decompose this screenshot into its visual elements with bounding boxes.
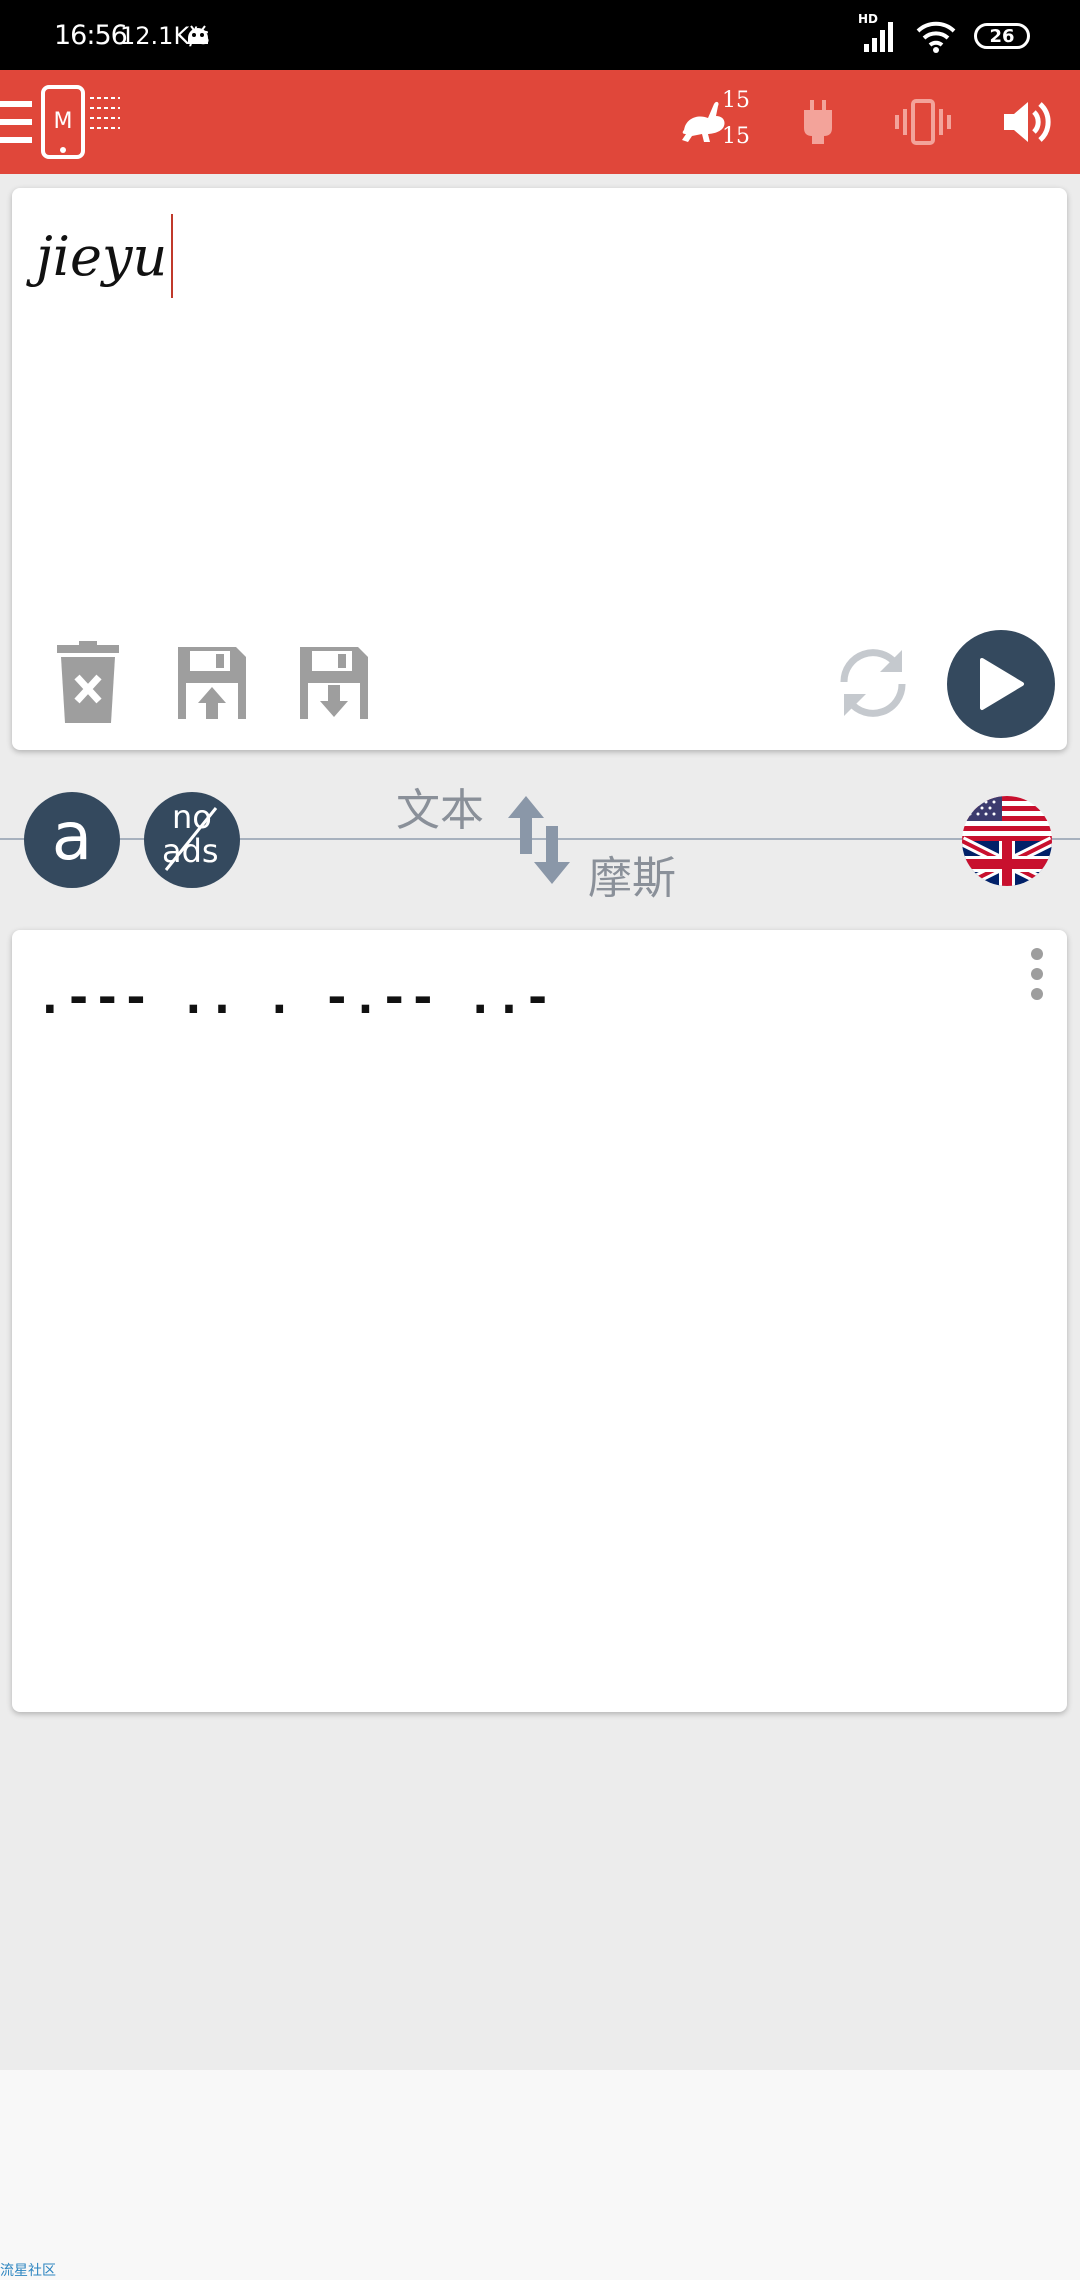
hd-label: HD — [858, 12, 879, 26]
speed-button[interactable] — [664, 70, 744, 174]
trash-delete-icon — [57, 641, 119, 723]
swap-direction-button[interactable] — [500, 792, 578, 888]
no-ads-button[interactable]: no ads — [144, 792, 240, 888]
save-download-button[interactable] — [294, 638, 374, 728]
repeat-button[interactable] — [828, 638, 918, 728]
ad-button[interactable]: a — [24, 792, 120, 888]
battery-indicator: 26 — [974, 23, 1030, 49]
signal-icon: HD — [858, 12, 898, 54]
language-flag-button[interactable] — [962, 796, 1052, 886]
footer-watermark: 流星社区 — [0, 2263, 56, 2279]
vibrate-icon — [895, 99, 951, 145]
wifi-icon — [916, 21, 956, 53]
text-mode-label: 文本 — [396, 785, 484, 836]
play-button[interactable] — [947, 630, 1055, 738]
menu-button[interactable] — [0, 70, 34, 174]
morse-output-card: .--- .. . -.-- ..- — [12, 930, 1067, 1712]
flashlight-button[interactable] — [790, 70, 846, 174]
logo-letter: M — [54, 109, 73, 134]
flashlight-icon — [804, 100, 832, 144]
refresh-icon — [840, 649, 906, 717]
text-input-card: jieyu — [12, 188, 1067, 750]
speed-wpm-bottom: 15 — [722, 124, 750, 149]
save-upload-button[interactable] — [172, 638, 252, 728]
floppy-download-icon — [300, 647, 368, 719]
us-uk-flag-icon — [962, 796, 1052, 886]
clear-button[interactable] — [48, 638, 128, 728]
phone-morse-logo-icon: M — [41, 85, 120, 159]
ad-banner-area: 流星社区 — [0, 2070, 1080, 2280]
status-time: 16:56 — [54, 20, 128, 51]
ad-button-letter: a — [51, 797, 93, 875]
text-input-field[interactable]: jieyu — [36, 214, 174, 298]
more-vert-icon[interactable] — [1029, 946, 1045, 1002]
floppy-upload-icon — [178, 647, 246, 719]
speaker-icon — [1004, 102, 1051, 142]
sound-button[interactable] — [996, 70, 1060, 174]
speed-wpm-top: 15 — [722, 88, 750, 113]
swap-arrows-icon — [508, 796, 570, 884]
hamburger-icon — [0, 101, 32, 143]
app-bar: M 15 15 — [0, 70, 1080, 174]
android-icon — [188, 25, 208, 44]
morse-output-text[interactable]: .--- .. . -.-- ..- — [36, 970, 553, 1024]
text-caret — [171, 214, 174, 298]
vibrate-button[interactable] — [888, 70, 958, 174]
status-bar: 16:56 12.1K/s HD 26 — [0, 0, 1080, 70]
strike-through-icon — [164, 807, 218, 871]
morse-mode-label: 摩斯 — [588, 853, 676, 904]
app-logo: M — [40, 70, 124, 174]
input-text-value: jieyu — [36, 224, 168, 288]
play-icon — [980, 658, 1024, 710]
